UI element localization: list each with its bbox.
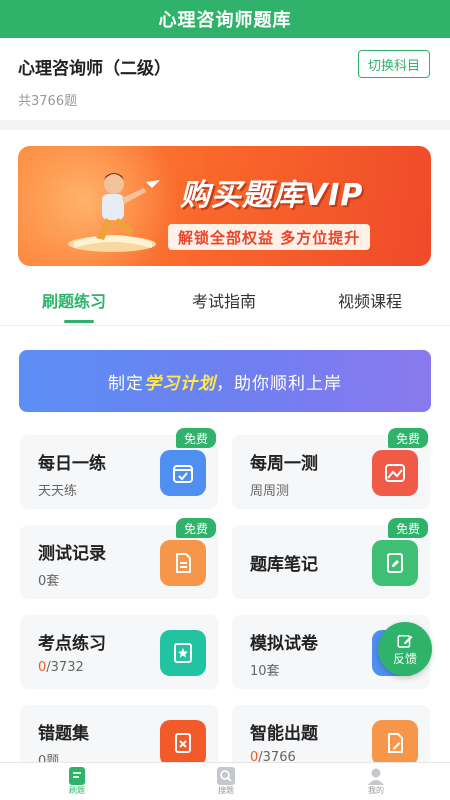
progress-total: /3732 [46, 660, 84, 675]
question-count: 共3766题 [18, 94, 78, 109]
page-title: 心理咨询师题库 [158, 10, 292, 31]
tabbar-label: 我的 [368, 786, 384, 795]
subject-panel: 心理咨询师（二级） 共3766题 切换科目 [0, 38, 450, 120]
switch-subject-button[interactable]: 切换科目 [358, 50, 430, 78]
feedback-label: 反馈 [392, 651, 417, 666]
card-weekly-test[interactable]: 每周一测 周周测 免费 [232, 428, 430, 509]
card-title: 每日一练 [38, 454, 106, 474]
card-title: 智能出题 [250, 724, 318, 744]
star-card-icon [160, 630, 206, 676]
plan-highlight: 学习计划 [144, 373, 216, 394]
student-reading-illustration [68, 173, 160, 252]
smart-doc-icon [372, 720, 418, 766]
tab-video-course[interactable]: 视频课程 [338, 288, 402, 312]
card-subtitle: 0套 [38, 574, 60, 589]
card-title: 每周一测 [250, 454, 318, 474]
search-icon [217, 767, 235, 785]
tabbar-label: 刷题 [69, 786, 85, 795]
card-question-notes[interactable]: 题库笔记 免费 [232, 518, 430, 599]
card-subtitle: 0/3732 [38, 660, 84, 675]
banner-title: 购买题库VIP [180, 178, 364, 213]
tabbar-label: 搜题 [218, 786, 234, 795]
card-test-record[interactable]: 测试记录 0套 免费 [20, 518, 218, 599]
bottom-tab-bar: 刷题 搜题 我的 [0, 762, 450, 800]
card-title: 模拟试卷 [250, 634, 318, 654]
tab-active-indicator [64, 320, 94, 323]
calendar-check-icon [160, 450, 206, 496]
document-icon [160, 540, 206, 586]
practice-icon [69, 767, 85, 785]
card-title: 错题集 [38, 724, 89, 744]
tab-practice[interactable]: 刷题练习 [42, 288, 106, 312]
feedback-button[interactable]: 反馈 [378, 622, 432, 676]
card-title: 题库笔记 [250, 555, 318, 575]
card-subtitle: 10套 [250, 664, 280, 679]
card-title: 测试记录 [38, 544, 106, 564]
free-badge: 免费 [176, 428, 216, 448]
wrong-doc-icon [160, 720, 206, 766]
app-header: 心理咨询师题库 [0, 0, 450, 38]
card-point-practice[interactable]: 考点练习 0/3732 [20, 615, 218, 689]
user-icon [368, 768, 384, 785]
free-badge: 免费 [176, 518, 216, 538]
card-subtitle: 周周测 [250, 484, 290, 499]
image-chart-icon [372, 450, 418, 496]
banner-subtitle: 解锁全部权益 多方位提升 [168, 224, 371, 250]
study-plan-banner[interactable]: 制定 学习计划 ，助你顺利上岸 [19, 350, 431, 412]
plan-prefix: 制定 [108, 373, 144, 394]
card-title: 考点练习 [38, 634, 106, 654]
plan-suffix: ，助你顺利上岸 [216, 373, 342, 394]
tabbar-practice[interactable]: 刷题 [47, 767, 107, 796]
card-subtitle: 天天练 [38, 484, 78, 499]
card-daily-practice[interactable]: 每日一练 天天练 免费 [20, 428, 218, 509]
tabbar-mine[interactable]: 我的 [346, 767, 406, 796]
main-content: 购买题库VIP 解锁全部权益 多方位提升 刷题练习 考试指南 视频课程 制定 学习… [0, 130, 450, 779]
notebook-edit-icon [372, 540, 418, 586]
free-badge: 免费 [388, 428, 428, 448]
edit-square-icon [397, 634, 413, 648]
vip-banner[interactable]: 购买题库VIP 解锁全部权益 多方位提升 [18, 146, 431, 266]
tab-bar: 刷题练习 考试指南 视频课程 [0, 278, 450, 326]
subject-title: 心理咨询师（二级） [18, 59, 171, 79]
tab-exam-guide[interactable]: 考试指南 [192, 288, 256, 312]
free-badge: 免费 [388, 518, 428, 538]
tabbar-search[interactable]: 搜题 [196, 767, 256, 796]
